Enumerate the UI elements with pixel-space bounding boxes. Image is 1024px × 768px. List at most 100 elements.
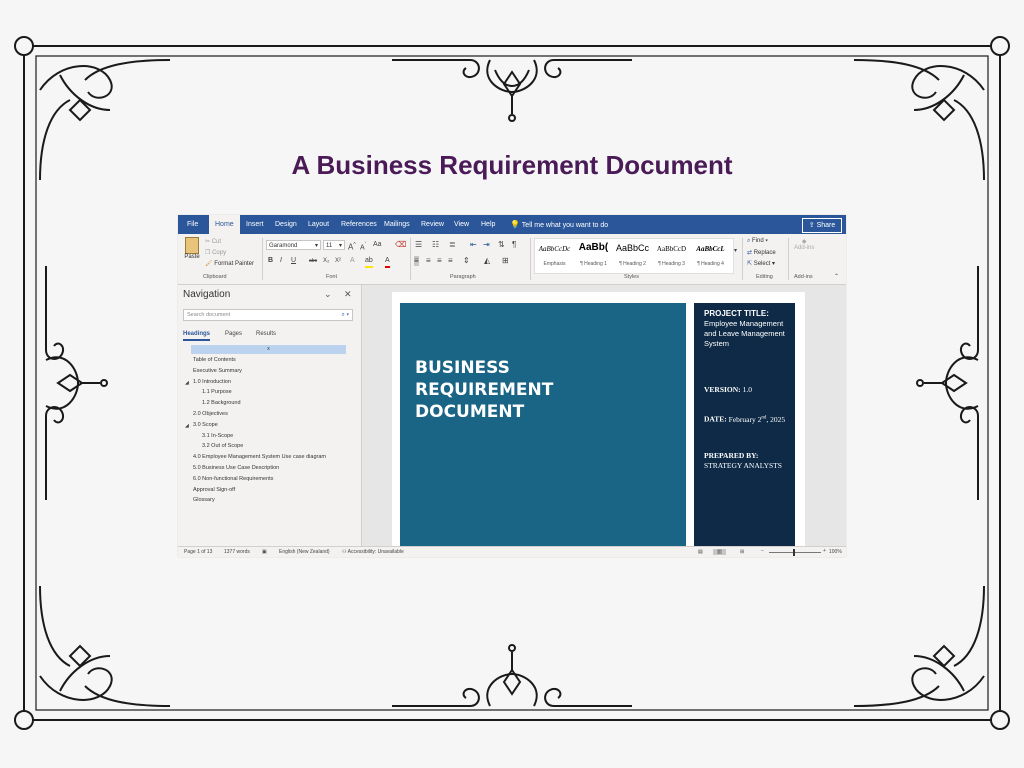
numbering-icon[interactable]: ☷ xyxy=(432,240,439,250)
bullets-icon[interactable]: ☰ xyxy=(415,240,422,250)
heading-item[interactable]: 6.0 Non-functional Requirements xyxy=(193,474,273,485)
paste-button[interactable]: Paste xyxy=(183,237,201,269)
tell-me-search[interactable]: 💡 Tell me what you want to do xyxy=(510,215,608,234)
increase-indent-icon[interactable]: ⇥ xyxy=(483,240,490,250)
heading-item[interactable]: 3.0 Scope xyxy=(193,420,218,431)
tab-references[interactable]: References xyxy=(341,215,377,234)
shrink-font-icon[interactable]: Aˇ xyxy=(360,240,366,253)
font-color-icon[interactable]: A xyxy=(385,256,390,268)
heading-item[interactable]: 1.0 Introduction xyxy=(193,377,231,388)
close-icon[interactable]: ✕ xyxy=(344,289,352,300)
tab-view[interactable]: View xyxy=(454,215,469,234)
nav-tab-results[interactable]: Results xyxy=(256,331,276,337)
pilcrow-icon[interactable]: ¶ xyxy=(512,240,516,250)
tab-insert[interactable]: Insert xyxy=(246,215,264,234)
heading-item[interactable]: Executive Summary xyxy=(193,366,242,377)
navigation-search-input[interactable]: Search document ⌕ ▾ xyxy=(183,309,353,321)
heading-item-label: 1.1 Purpose xyxy=(202,389,232,396)
add-ins-button[interactable]: ◆ Add-ins xyxy=(794,238,814,251)
heading-item[interactable]: 3.2 Out of Scope xyxy=(202,441,243,452)
borders-icon[interactable]: ⊞ xyxy=(502,256,509,266)
heading-item[interactable]: 1.2 Background xyxy=(202,398,241,409)
heading-item[interactable]: Approval Sign-off xyxy=(193,485,235,496)
tell-me-text: Tell me what you want to do xyxy=(521,222,609,229)
style-heading-2[interactable]: AaBbCc ¶ Heading 2 xyxy=(613,239,652,273)
zoom-in-icon[interactable]: + xyxy=(823,548,826,554)
align-right-icon[interactable]: ≡ xyxy=(437,256,442,266)
justify-icon[interactable]: ≡ xyxy=(448,256,453,266)
style-emphasis[interactable]: AaBbCcDc Emphasis xyxy=(535,239,574,273)
heading-item-label: Executive Summary xyxy=(193,367,242,374)
tab-design[interactable]: Design xyxy=(275,215,297,234)
heading-item[interactable]: Table of Contents xyxy=(193,355,236,366)
sort-icon[interactable]: ⇅ xyxy=(498,240,505,250)
accessibility-status[interactable]: ⚇ Accessibility: Unavailable xyxy=(342,549,404,555)
grow-font-icon[interactable]: A^ xyxy=(348,240,356,253)
page-count[interactable]: Page 1 of 13 xyxy=(184,549,212,555)
strikethrough-button[interactable]: abc xyxy=(309,256,317,266)
zoom-out-icon[interactable]: − xyxy=(761,548,764,554)
heading-item[interactable]: 3.1 In-Scope xyxy=(202,431,233,442)
font-name-select[interactable]: Garamond ▾ xyxy=(266,240,321,250)
find-button[interactable]: ⌕ Find ▾ xyxy=(747,238,768,245)
select-button[interactable]: ⇱ Select ▾ xyxy=(747,260,775,267)
nav-tab-pages[interactable]: Pages xyxy=(225,331,242,337)
tab-file[interactable]: File xyxy=(187,215,198,234)
print-layout-icon[interactable]: ▥ xyxy=(713,549,726,555)
zoom-slider[interactable] xyxy=(769,549,821,556)
left-middle-ornament xyxy=(45,266,108,500)
text-effects-icon[interactable]: A xyxy=(350,256,355,266)
selected-heading-marker[interactable]: x xyxy=(191,345,346,354)
collapse-ribbon-icon[interactable]: ⌃ xyxy=(834,272,839,282)
heading-item[interactable]: Glossary xyxy=(193,495,215,506)
style-heading-4[interactable]: AaBbCcL ¶ Heading 4 xyxy=(691,239,730,273)
focus-mode-icon[interactable]: ▤ xyxy=(698,549,703,555)
proofing-icon[interactable]: ▣ xyxy=(262,549,267,555)
tab-home[interactable]: Home xyxy=(209,215,240,234)
line-spacing-icon[interactable]: ⇕ xyxy=(463,256,470,266)
decrease-indent-icon[interactable]: ⇤ xyxy=(470,240,477,250)
copy-button[interactable]: ❐ Copy xyxy=(205,249,226,256)
word-count[interactable]: 1377 words xyxy=(224,549,250,555)
cut-button[interactable]: ✂ Cut xyxy=(205,238,221,245)
expand-caret-icon[interactable]: ◢ xyxy=(185,380,189,386)
heading-item[interactable]: 4.0 Employee Management System Use case … xyxy=(193,452,326,463)
multilevel-list-icon[interactable]: ≣ xyxy=(449,240,456,250)
italic-button[interactable]: I xyxy=(280,256,282,266)
tab-mailings[interactable]: Mailings xyxy=(384,215,410,234)
nav-tab-headings[interactable]: Headings xyxy=(183,331,211,341)
style-name: ¶ Heading 4 xyxy=(697,261,724,267)
tab-review[interactable]: Review xyxy=(421,215,444,234)
tab-layout[interactable]: Layout xyxy=(308,215,329,234)
language[interactable]: English (New Zealand) xyxy=(279,549,330,555)
underline-button[interactable]: U xyxy=(291,256,296,266)
document-page[interactable]: BUSINESS REQUIREMENT DOCUMENT PROJECT TI… xyxy=(392,292,805,546)
heading-item-label: 2.0 Objectives xyxy=(193,411,228,417)
heading-item[interactable]: 5.0 Business Use Case Description xyxy=(193,463,279,474)
web-layout-icon[interactable]: ⊞ xyxy=(740,549,744,555)
style-heading-3[interactable]: AaBbCcD ¶ Heading 3 xyxy=(652,239,691,273)
subscript-button[interactable]: X₂ xyxy=(323,256,329,266)
heading-item[interactable]: 2.0 Objectives xyxy=(193,409,228,420)
align-center-icon[interactable]: ≡ xyxy=(426,256,431,266)
style-heading-1[interactable]: AaBb( ¶ Heading 1 xyxy=(574,239,613,273)
styles-more-icon[interactable]: ▾ xyxy=(734,246,737,256)
share-button[interactable]: ⇪ Share xyxy=(802,218,842,233)
tab-help[interactable]: Help xyxy=(481,215,495,234)
chevron-down-icon[interactable]: ⌄ xyxy=(324,289,332,300)
replace-button[interactable]: ⇄ Replace xyxy=(747,249,776,256)
zoom-level[interactable]: 100% xyxy=(829,549,842,555)
expand-caret-icon[interactable]: ◢ xyxy=(185,423,189,429)
change-case-icon[interactable]: Aa xyxy=(373,240,382,250)
brush-icon: 🖌 xyxy=(205,261,213,267)
highlight-icon[interactable]: ab xyxy=(365,256,373,268)
bold-button[interactable]: B xyxy=(268,256,273,266)
shading-icon[interactable]: ◭ xyxy=(484,256,490,266)
clear-format-icon[interactable]: ⌫ xyxy=(395,240,406,250)
heading-item[interactable]: 1.1 Purpose xyxy=(202,387,232,398)
font-size-select[interactable]: 11 ▾ xyxy=(323,240,345,250)
align-left-icon[interactable]: ≡ xyxy=(414,256,419,266)
superscript-button[interactable]: X² xyxy=(335,256,341,266)
format-painter-button[interactable]: 🖌 Format Painter xyxy=(205,260,254,267)
zoom-slider-thumb[interactable] xyxy=(793,549,795,556)
